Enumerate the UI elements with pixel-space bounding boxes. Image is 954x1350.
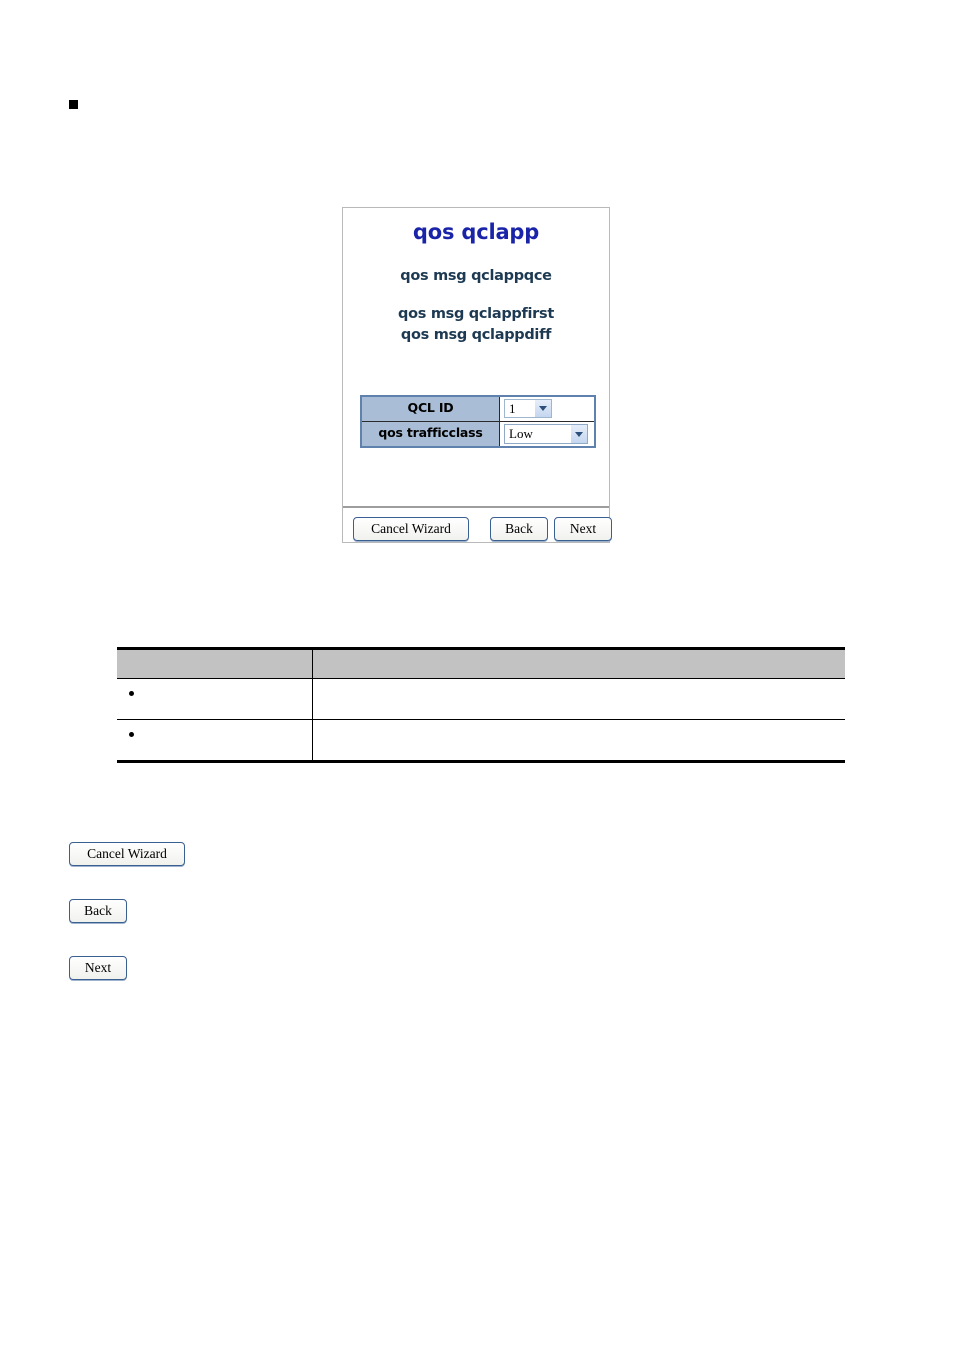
- next-button[interactable]: Next: [554, 517, 612, 541]
- table-row: [117, 719, 845, 760]
- wizard-title: qos qclapp: [412, 220, 540, 244]
- table-row: [117, 678, 845, 719]
- qcl-id-label: QCL ID: [362, 397, 500, 421]
- bullet-icon: [129, 732, 134, 737]
- qcl-form-table: QCL ID 1 qos trafficclass Low: [360, 395, 596, 448]
- object-description-table: [117, 647, 845, 763]
- table-header-object: [117, 650, 313, 678]
- standalone-next-button[interactable]: Next: [69, 956, 127, 980]
- qcl-id-selected-value: 1: [509, 400, 516, 416]
- traffic-class-label: qos trafficclass: [362, 422, 500, 446]
- traffic-class-selected-value: Low: [509, 426, 533, 441]
- wizard-subtitle-qce: qos msg qclappqce: [400, 268, 552, 284]
- qcl-id-value-cell: 1: [500, 397, 594, 421]
- section-square-bullet: [69, 100, 78, 109]
- bullet-icon: [129, 691, 134, 696]
- table-header-description: [313, 650, 845, 678]
- cancel-wizard-button[interactable]: Cancel Wizard: [353, 517, 469, 541]
- standalone-cancel-wizard-button[interactable]: Cancel Wizard: [69, 842, 185, 866]
- table-body: [117, 678, 845, 760]
- standalone-back-button[interactable]: Back: [69, 899, 127, 923]
- table-header-row: [117, 650, 845, 678]
- chevron-down-icon[interactable]: [570, 425, 587, 443]
- traffic-class-select[interactable]: Low: [504, 424, 588, 444]
- chevron-down-icon[interactable]: [534, 400, 551, 417]
- wizard-subtitle-diff: qos msg qclappdiff: [400, 327, 552, 343]
- wizard-panel: qos qclapp qos msg qclappqce qos msg qcl…: [342, 207, 612, 543]
- qcl-id-select[interactable]: 1: [504, 399, 552, 418]
- back-button[interactable]: Back: [490, 517, 548, 541]
- wizard-button-bar: Cancel Wizard Back Next: [343, 508, 612, 552]
- table-cell-object: [117, 679, 313, 719]
- traffic-class-value-cell: Low: [500, 422, 594, 446]
- wizard-subtitle-first: qos msg qclappfirst: [398, 306, 554, 322]
- wizard-content-area: qos qclapp qos msg qclappqce qos msg qcl…: [343, 220, 609, 508]
- form-row-traffic-class: qos trafficclass Low: [362, 421, 594, 446]
- table-cell-description: [313, 679, 845, 719]
- table-cell-description: [313, 720, 845, 760]
- form-row-qcl-id: QCL ID 1: [362, 397, 594, 421]
- table-cell-object: [117, 720, 313, 760]
